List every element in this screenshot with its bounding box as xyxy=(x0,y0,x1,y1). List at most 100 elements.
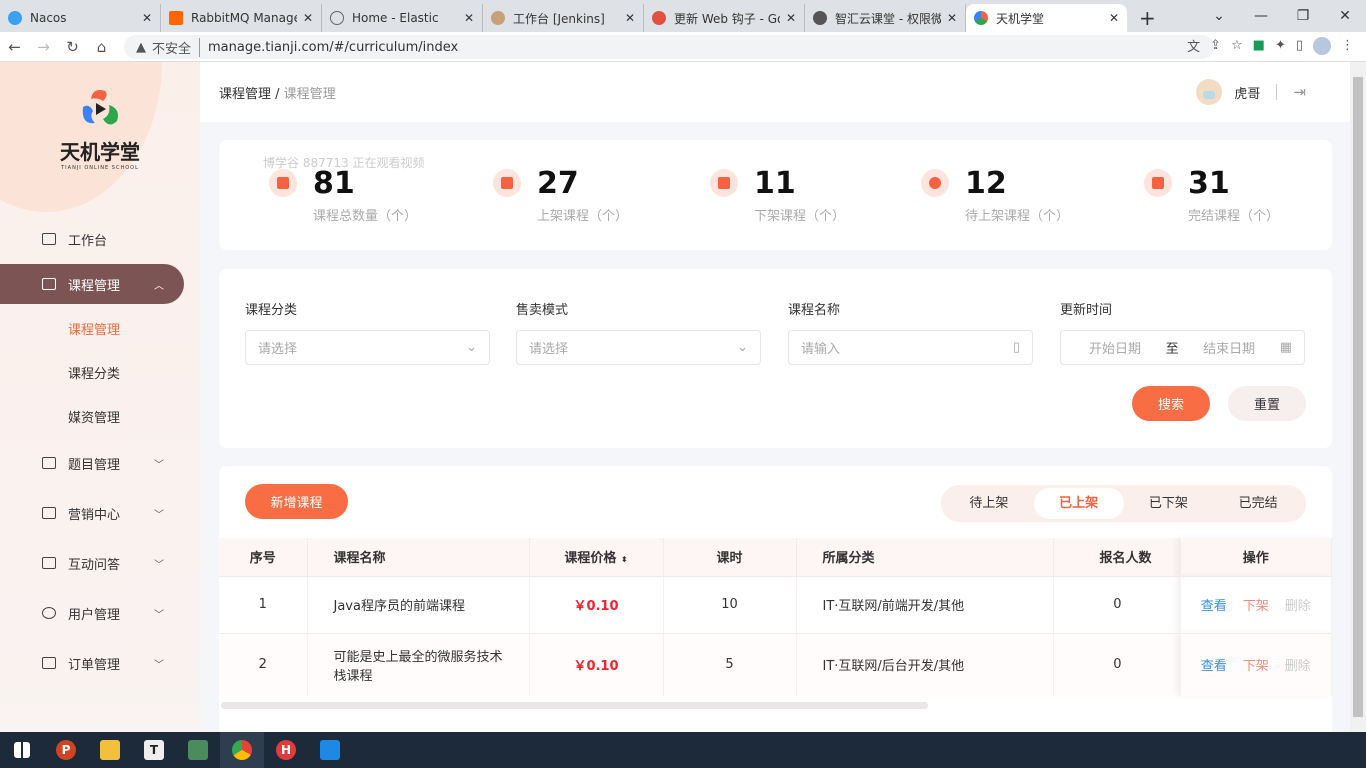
sidebar-item-qa[interactable]: 互动问答 ﹀ xyxy=(0,538,200,588)
view-link[interactable]: 查看 xyxy=(1201,659,1227,674)
translate-icon[interactable]: 文 xyxy=(1187,36,1200,55)
add-course-button[interactable]: 新增课程 xyxy=(245,484,348,519)
close-icon[interactable]: ✕ xyxy=(142,11,152,25)
close-window-button[interactable]: ✕ xyxy=(1324,8,1366,24)
tianji-icon xyxy=(974,11,988,25)
tab-pending[interactable]: 待上架 xyxy=(944,488,1034,519)
home-icon[interactable]: ⌂ xyxy=(87,38,116,56)
profile-avatar[interactable] xyxy=(1313,36,1331,55)
screenshot-tool-icon[interactable] xyxy=(176,732,220,768)
url-input[interactable]: ▲ 不安全 manage.tianji.com/#/curriculum/index xyxy=(124,35,1214,59)
off-shelf-link[interactable]: 下架 xyxy=(1243,659,1269,674)
tab-search-icon[interactable]: ⌄ xyxy=(1198,8,1240,24)
close-icon[interactable]: ✕ xyxy=(303,11,313,25)
browser-tab[interactable]: Nacos ✕ xyxy=(0,4,161,32)
puzzle-icon[interactable]: ✦ xyxy=(1275,38,1286,53)
share-icon[interactable]: ⇪ xyxy=(1210,38,1221,53)
question-icon xyxy=(42,557,56,569)
col-name: 课程名称 xyxy=(307,538,530,576)
sidebar-item-orders[interactable]: 订单管理 ﹀ xyxy=(0,638,200,688)
stat-pending: 12 待上架课程（个） xyxy=(921,167,1069,224)
check-icon xyxy=(1144,169,1172,197)
course-table: 序号 课程名称 课程价格 ⬍ 课时 所属分类 报名人数 操作 1 Java程序员… xyxy=(219,538,1332,696)
end-date-input[interactable]: 结束日期 xyxy=(1203,338,1255,357)
browser-tab-active[interactable]: 天机学堂 ✕ xyxy=(966,4,1127,32)
delete-link[interactable]: 删除 xyxy=(1285,659,1311,674)
sort-icon[interactable]: ⬍ xyxy=(621,555,628,564)
avatar[interactable] xyxy=(1196,79,1223,105)
logo: 天机学堂 TIANJI ONLINE SCHOOL xyxy=(55,87,145,171)
gogs-icon xyxy=(652,11,666,25)
new-tab-button[interactable]: + xyxy=(1139,4,1156,32)
col-price[interactable]: 课程价格 ⬍ xyxy=(529,538,664,576)
tab-finished[interactable]: 已完结 xyxy=(1213,488,1303,519)
sidebar-subitem-course-management[interactable]: 课程管理 xyxy=(0,306,200,350)
browser-tab[interactable]: 更新 Web 钩子 - Goo✕ xyxy=(644,4,805,32)
browser-tab[interactable]: Home - Elastic ✕ xyxy=(322,4,483,32)
jenkins-icon xyxy=(491,11,505,25)
tab-on-shelf[interactable]: 已上架 xyxy=(1033,488,1124,519)
sidebar-item-questions[interactable]: 题目管理 ﹀ xyxy=(0,438,200,488)
vertical-scrollbar[interactable] xyxy=(1350,62,1366,732)
typora-icon[interactable]: T xyxy=(132,732,176,768)
start-date-input[interactable]: 开始日期 xyxy=(1089,338,1141,357)
taskbar: P T H xyxy=(0,732,1366,768)
windows-start-icon[interactable] xyxy=(0,732,44,768)
logout-icon[interactable]: ⇥ xyxy=(1293,83,1306,101)
back-icon[interactable]: ← xyxy=(0,38,29,56)
address-bar-row: ← → ↻ ⌂ ▲ 不安全 manage.tianji.com/#/curricul… xyxy=(0,32,1366,62)
clock-icon xyxy=(921,169,949,197)
calendar-icon: ▦ xyxy=(1279,340,1292,355)
status-tabs: 待上架 已上架 已下架 已完结 xyxy=(941,485,1306,522)
date-range-picker[interactable]: 开始日期至结束日期 ▦ xyxy=(1060,330,1305,365)
box-icon xyxy=(710,169,738,197)
chevron-down-icon: ﹀ xyxy=(154,559,164,571)
close-icon[interactable]: ✕ xyxy=(1109,11,1119,25)
tab-off-shelf[interactable]: 已下架 xyxy=(1124,488,1214,519)
order-icon xyxy=(42,657,56,669)
user-name[interactable]: 虎哥 xyxy=(1234,83,1260,102)
vscode-icon[interactable] xyxy=(308,732,352,768)
sale-mode-select[interactable]: 请选择 ⌄ xyxy=(516,330,761,365)
reset-button[interactable]: 重置 xyxy=(1228,386,1306,421)
chevron-down-icon: ﹀ xyxy=(154,659,164,671)
sidebar-subitem-media[interactable]: 媒资管理 xyxy=(0,394,200,438)
sidebar-item-marketing[interactable]: 营销中心 ﹀ xyxy=(0,488,200,538)
sidebar-item-dashboard[interactable]: 工作台 xyxy=(0,214,200,264)
close-icon[interactable]: ✕ xyxy=(786,11,796,25)
browser-tab[interactable]: 智汇云课堂 - 权限微服✕ xyxy=(805,4,966,32)
extension-icon[interactable]: ■ xyxy=(1253,38,1265,53)
browser-tab[interactable]: RabbitMQ Managem✕ xyxy=(161,4,322,32)
file-explorer-icon[interactable] xyxy=(88,732,132,768)
chevron-down-icon: ﹀ xyxy=(154,459,164,471)
close-icon[interactable]: ✕ xyxy=(625,11,635,25)
horizontal-scrollbar[interactable] xyxy=(221,702,928,709)
menu-icon[interactable]: ⋮ xyxy=(1341,38,1354,53)
category-select[interactable]: 请选择 ⌄ xyxy=(245,330,490,365)
breadcrumb: 课程管理 / 课程管理 xyxy=(219,86,336,102)
hbuilder-icon[interactable]: H xyxy=(264,732,308,768)
powerpoint-icon[interactable]: P xyxy=(44,732,88,768)
close-icon[interactable]: ✕ xyxy=(464,11,474,25)
maximize-button[interactable]: ❐ xyxy=(1282,8,1324,24)
browser-tab[interactable]: 工作台 [Jenkins] ✕ xyxy=(483,4,644,32)
sidebar-item-users[interactable]: 用户管理 ﹀ xyxy=(0,588,200,638)
side-panel-icon[interactable]: ▯ xyxy=(1296,38,1303,53)
sidebar: 天机学堂 TIANJI ONLINE SCHOOL 工作台 课程管理 ︿ 课程管理… xyxy=(0,62,200,732)
reload-icon[interactable]: ↻ xyxy=(58,38,87,56)
forward-icon[interactable]: → xyxy=(29,38,58,56)
sidebar-item-course-management[interactable]: 课程管理 ︿ xyxy=(0,264,184,304)
off-shelf-link[interactable]: 下架 xyxy=(1243,599,1269,614)
sidebar-subitem-course-category[interactable]: 课程分类 xyxy=(0,350,200,394)
minimize-button[interactable]: — xyxy=(1240,8,1282,24)
breadcrumb-root[interactable]: 课程管理 xyxy=(219,87,271,102)
chrome-icon[interactable] xyxy=(220,732,264,768)
delete-link[interactable]: 删除 xyxy=(1285,599,1311,614)
close-icon[interactable]: ✕ xyxy=(947,11,957,25)
course-name-input[interactable]: 请输入 ▯ xyxy=(788,330,1033,365)
bookmark-star-icon[interactable]: ☆ xyxy=(1231,38,1243,53)
breadcrumb-current: 课程管理 xyxy=(283,86,336,102)
search-button[interactable]: 搜索 xyxy=(1132,386,1210,421)
play-screen-icon xyxy=(42,233,56,245)
view-link[interactable]: 查看 xyxy=(1201,599,1227,614)
